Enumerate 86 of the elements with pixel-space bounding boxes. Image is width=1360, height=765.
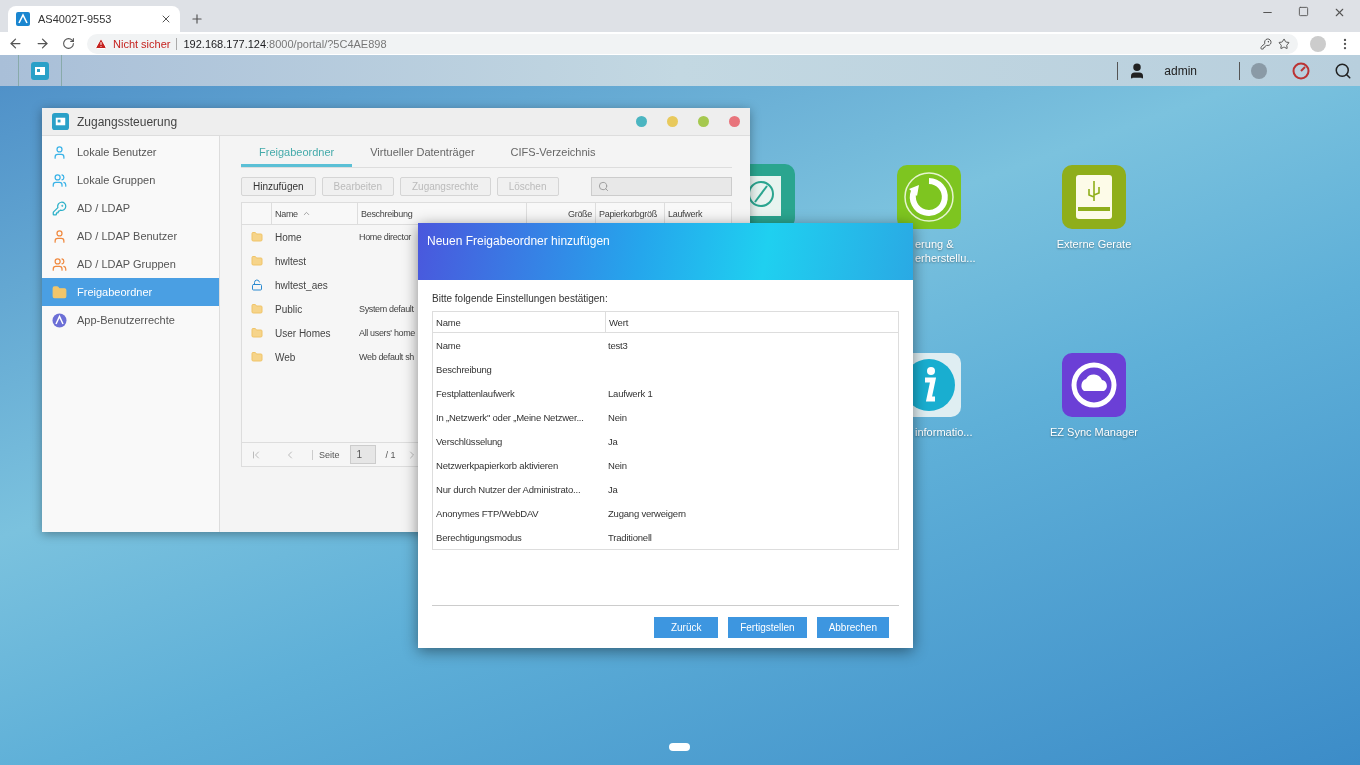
- address-bar[interactable]: Nicht sicher 192.168.177.124:8000/portal/?5C4AE898: [87, 33, 1298, 54]
- maximize-dot[interactable]: [698, 116, 709, 127]
- app-label: EZ Sync Manager: [1048, 425, 1139, 439]
- person-icon: [52, 144, 67, 160]
- column-header: Name: [435, 315, 462, 330]
- person-icon: [52, 228, 67, 244]
- setting-value: Traditionell: [607, 530, 653, 545]
- back-icon[interactable]: [8, 36, 23, 51]
- page-total: / 1: [385, 449, 396, 460]
- user-name[interactable]: admin: [1164, 63, 1197, 78]
- close-dot[interactable]: [729, 116, 740, 127]
- sidebar-item[interactable]: Lokale Benutzer: [42, 138, 219, 166]
- search-field[interactable]: [591, 177, 732, 196]
- setting-value: Ja: [607, 434, 619, 449]
- dialog-title: Neuen Freigabeordner hinzufügen: [427, 234, 610, 248]
- column-header[interactable]: Name: [271, 203, 357, 224]
- app-label: informatio...: [915, 425, 973, 439]
- table-cell-text: Home: [274, 231, 303, 243]
- people-icon: [52, 256, 67, 272]
- access-control-app-icon: [52, 113, 69, 130]
- info-app-icon[interactable]: [913, 353, 961, 417]
- sidebar-item[interactable]: AD / LDAP Gruppen: [42, 250, 219, 278]
- app-circle-icon: [52, 312, 67, 328]
- setting-value: Zugang verweigern: [607, 506, 687, 521]
- maximize-icon[interactable]: [1298, 5, 1309, 19]
- setting-name: Verschlüsselung: [435, 434, 504, 449]
- app-label: erherstellu...: [915, 251, 976, 265]
- cloud-sync-app-icon[interactable]: [1062, 353, 1126, 417]
- people-icon: [52, 172, 67, 188]
- browser-tab[interactable]: AS4002T-9553: [8, 6, 180, 32]
- column-header: Wert: [605, 312, 632, 332]
- table-cell-text: Public: [274, 303, 304, 315]
- setting-value: Ja: [607, 482, 619, 497]
- tab[interactable]: CIFS-Verzeichnis: [492, 140, 614, 167]
- sort-up-icon: [301, 209, 311, 218]
- gauge-icon[interactable]: [1292, 61, 1310, 80]
- table-cell-text: All users' home: [358, 328, 416, 338]
- setting-value: Laufwerk 1: [607, 386, 654, 401]
- table-cell-text: hwltest_aes: [274, 279, 329, 291]
- toolbar-button[interactable]: Hinzufügen: [241, 177, 316, 196]
- setting-name: Anonymes FTP/WebDAV: [435, 506, 540, 521]
- app-label: erung &: [915, 237, 954, 251]
- close-icon[interactable]: [160, 13, 172, 25]
- setting-name: Berechtigungsmodus: [435, 530, 523, 545]
- help-dot[interactable]: [636, 116, 647, 127]
- setting-name: Name: [435, 338, 462, 353]
- table-cell-text: Web default sh: [358, 352, 415, 362]
- minimize-dot[interactable]: [667, 116, 678, 127]
- sidebar-item[interactable]: App-Benutzerrechte: [42, 306, 219, 334]
- setting-name: Beschreibung: [435, 362, 493, 377]
- reload-icon[interactable]: [62, 37, 75, 50]
- setting-name: Netzwerkpapierkorb aktivieren: [435, 458, 559, 473]
- key-icon: [52, 200, 67, 216]
- search-icon: [598, 181, 609, 192]
- table-cell-text: Home director: [358, 232, 412, 242]
- setting-value: Nein: [607, 458, 628, 473]
- key-icon[interactable]: [1260, 37, 1272, 50]
- warning-icon: [95, 37, 107, 50]
- setting-name: In „Netzwerk" oder „Meine Netzwer...: [435, 410, 585, 425]
- setting-name: Festplattenlaufwerk: [435, 386, 516, 401]
- sidebar-item[interactable]: AD / LDAP Benutzer: [42, 222, 219, 250]
- setting-value: test3: [607, 338, 629, 353]
- setting-name: Nur durch Nutzer der Administrato...: [435, 482, 582, 497]
- star-icon[interactable]: [1278, 37, 1290, 50]
- tab[interactable]: Virtueller Datenträger: [352, 140, 493, 167]
- sidebar-item[interactable]: Lokale Gruppen: [42, 166, 219, 194]
- plus-icon[interactable]: [190, 12, 204, 26]
- forward-icon[interactable]: [35, 36, 50, 51]
- page-label: Seite: [312, 449, 340, 460]
- app-label: Externe Gerate: [1055, 237, 1133, 251]
- folder-icon: [52, 284, 67, 300]
- window-title: Zugangssteuerung: [77, 114, 179, 129]
- table-cell-text: System default: [358, 304, 415, 314]
- dialog-intro: Bitte folgende Einstellungen bestätigen:: [432, 293, 609, 304]
- backup-app-icon[interactable]: [897, 165, 961, 229]
- setting-value: Nein: [607, 410, 628, 425]
- nas-favicon-icon: [16, 12, 30, 26]
- circle-icon[interactable]: [1250, 61, 1268, 80]
- page-field[interactable]: 1: [349, 445, 376, 464]
- sidebar-item[interactable]: AD / LDAP: [42, 194, 219, 222]
- access-control-app-icon[interactable]: [31, 61, 49, 80]
- search-icon[interactable]: [1334, 61, 1352, 80]
- table-cell-text: hwltest: [274, 255, 308, 267]
- table-cell-text: User Homes: [274, 327, 332, 339]
- table-cell-text: Web: [274, 351, 297, 363]
- dock-handle[interactable]: [669, 743, 690, 751]
